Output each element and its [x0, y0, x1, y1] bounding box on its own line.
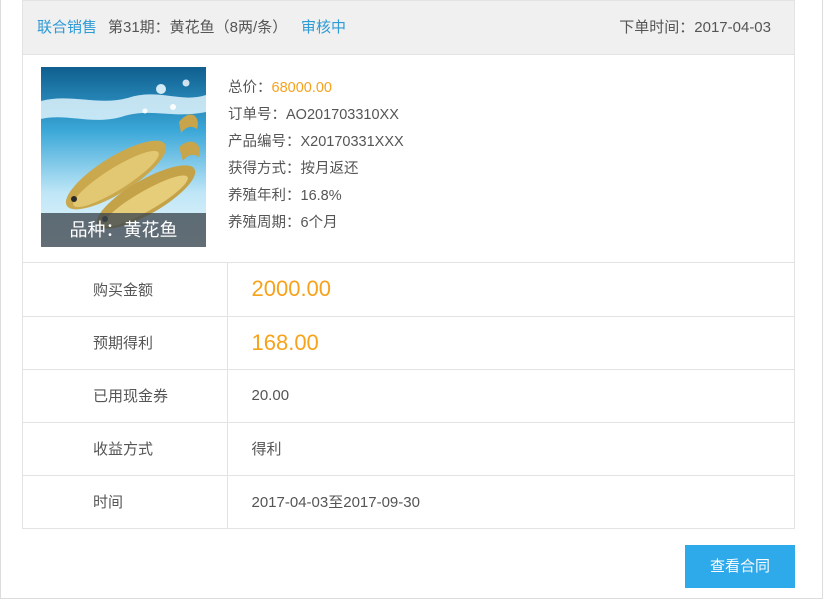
order-card: 联合销售 第31期：黄花鱼（8两/条） 审核中 下单时间：2017-04-03 [22, 0, 795, 529]
time-value: 2017-04-03至2017-09-30 [251, 494, 420, 512]
purchase-amount-label: 购买金额 [23, 263, 228, 317]
status-badge: 审核中 [301, 19, 347, 36]
purchase-amount-value: 2000.00 [227, 263, 794, 317]
coupon-used-value: 20.00 [227, 369, 794, 423]
product-title: 第31期：黄花鱼（8两/条） [108, 19, 288, 36]
product-number: 产品编号：X20170331XXX [228, 134, 404, 150]
order-header: 联合销售 第31期：黄花鱼（8两/条） 审核中 下单时间：2017-04-03 [23, 1, 794, 55]
expected-profit-label: 预期得利 [23, 316, 228, 370]
total-price-value: 68000.00 [271, 80, 332, 96]
expected-profit-value: 168.00 [227, 316, 794, 370]
coupon-used-label: 已用现金券 [23, 369, 228, 423]
order-time: 下单时间：2017-04-03 [619, 19, 771, 36]
table-row: 时间 2017-04-03至2017-09-30 [23, 475, 794, 528]
order-details: 总价：68000.00 订单号：AO201703310XX 产品编号：X2017… [228, 78, 404, 240]
annual-rate: 养殖年利：16.8% [228, 188, 342, 204]
table-row: 购买金额 2000.00 [23, 263, 794, 317]
acquire-method: 获得方式：按月返还 [228, 161, 359, 177]
order-info: 品种：黄花鱼 总价：68000.00 订单号：AO201703310XX 产品编… [23, 55, 794, 263]
table-row: 收益方式 得利 [23, 422, 794, 476]
table-row: 已用现金券 20.00 [23, 369, 794, 423]
order-number: 订单号：AO201703310XX [228, 107, 399, 123]
variety-caption: 品种：黄花鱼 [41, 213, 206, 247]
summary-table: 购买金额 2000.00 预期得利 168.00 已用现金券 20.00 收益方… [23, 263, 794, 528]
sales-channel-link[interactable]: 联合销售 [37, 19, 97, 37]
table-row: 预期得利 168.00 [23, 316, 794, 370]
time-label: 时间 [23, 475, 228, 528]
total-price-label: 总价： [228, 80, 272, 96]
breeding-period: 养殖周期：6个月 [228, 215, 338, 231]
income-method-value: 得利 [227, 422, 794, 476]
view-contract-button[interactable]: 查看合同 [685, 545, 795, 588]
total-price-row: 总价：68000.00 [228, 78, 404, 105]
product-image[interactable]: 品种：黄花鱼 [41, 67, 206, 247]
income-method-label: 收益方式 [23, 422, 228, 476]
